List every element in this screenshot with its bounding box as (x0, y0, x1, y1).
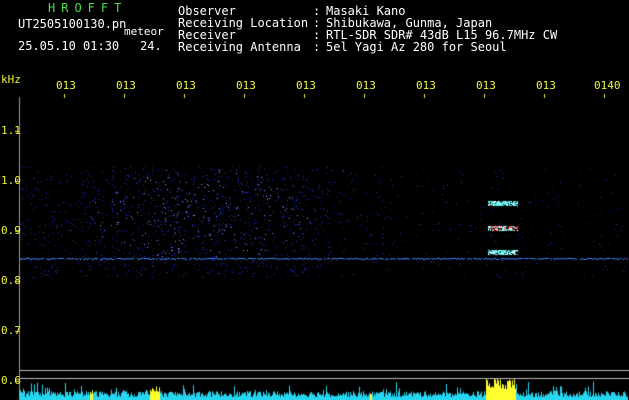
y-tick-label: 0.9 (1, 224, 21, 237)
y-tick-label: 1.1 (1, 124, 21, 137)
datetime-label: 25.05.10 01:30 (18, 39, 120, 53)
event-label: meteor (124, 25, 164, 38)
y-tick-label: 0.6 (1, 374, 21, 387)
x-tick-label: 013 (56, 79, 76, 92)
x-tick-label: 013 (296, 79, 316, 92)
spectrogram-canvas (0, 0, 629, 400)
app-title: HROFFT (48, 1, 128, 15)
y-tick-label: 1.0 (1, 174, 21, 187)
x-tick-label: 013 (416, 79, 436, 92)
x-tick-label: 0140 (594, 79, 621, 92)
x-tick-label: 013 (476, 79, 496, 92)
x-tick-label: 013 (356, 79, 376, 92)
x-tick-label: 013 (236, 79, 256, 92)
filename-label: UT2505100130.pn (18, 17, 127, 31)
info-colon: : (313, 40, 321, 54)
count-label: 24. (140, 39, 162, 53)
y-axis-unit: kHz (1, 73, 21, 86)
y-tick-label: 0.8 (1, 274, 21, 287)
info-key-antenna: Receiving Antenna (178, 40, 301, 54)
info-value-antenna: 5el Yagi Az 280 for Seoul (326, 40, 507, 54)
x-tick-label: 013 (116, 79, 136, 92)
y-tick-label: 0.7 (1, 324, 21, 337)
x-tick-label: 013 (176, 79, 196, 92)
x-tick-label: 013 (536, 79, 556, 92)
